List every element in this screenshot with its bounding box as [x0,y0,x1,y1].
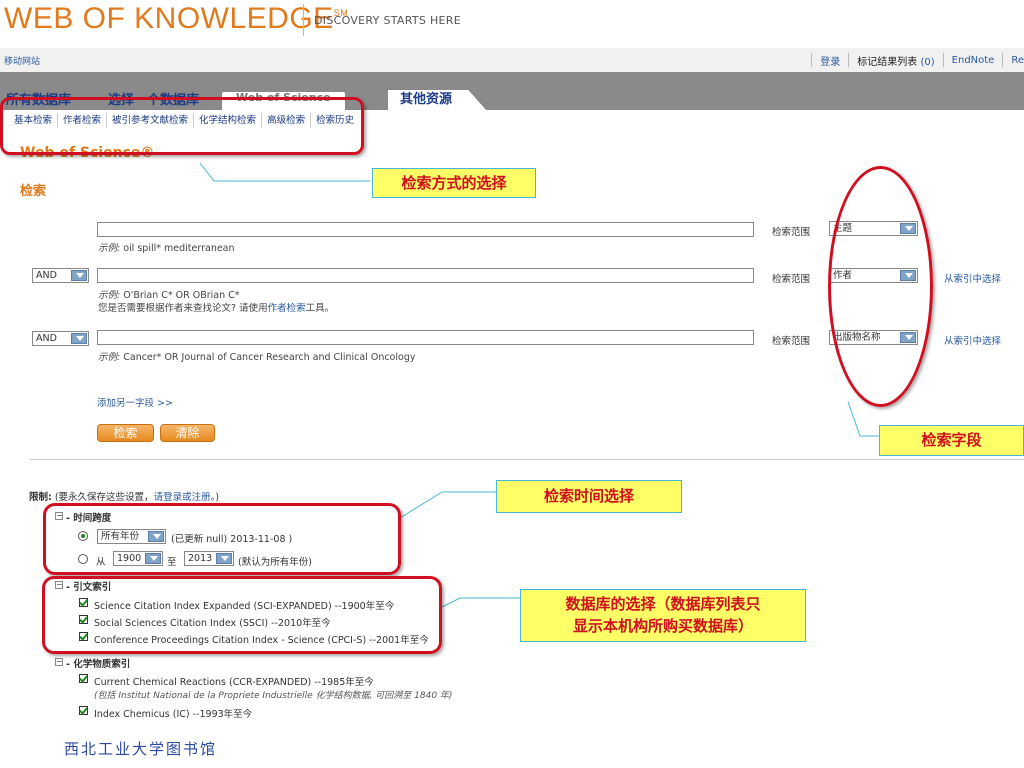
callout-db-line1: 数据库的选择（数据库列表只 [565,595,761,613]
annotation-box-citation-index [42,576,442,654]
annotation-ellipse-fields [828,166,933,407]
callout-database-selection: 数据库的选择（数据库列表只 显示本机构所购买数据库） [520,589,806,642]
annotation-box-search-tabs [0,97,364,155]
callout-search-fields: 检索字段 [879,425,1024,456]
callout-db-line2: 显示本机构所购买数据库） [572,617,753,635]
connector-search-fields [847,401,880,437]
connector-database [441,597,520,608]
callout-search-method: 检索方式的选择 [372,168,536,198]
annotation-box-timespan [43,503,401,575]
connector-search-method [199,162,370,182]
callout-time-selection: 检索时间选择 [496,480,682,513]
connector-time [399,491,496,519]
